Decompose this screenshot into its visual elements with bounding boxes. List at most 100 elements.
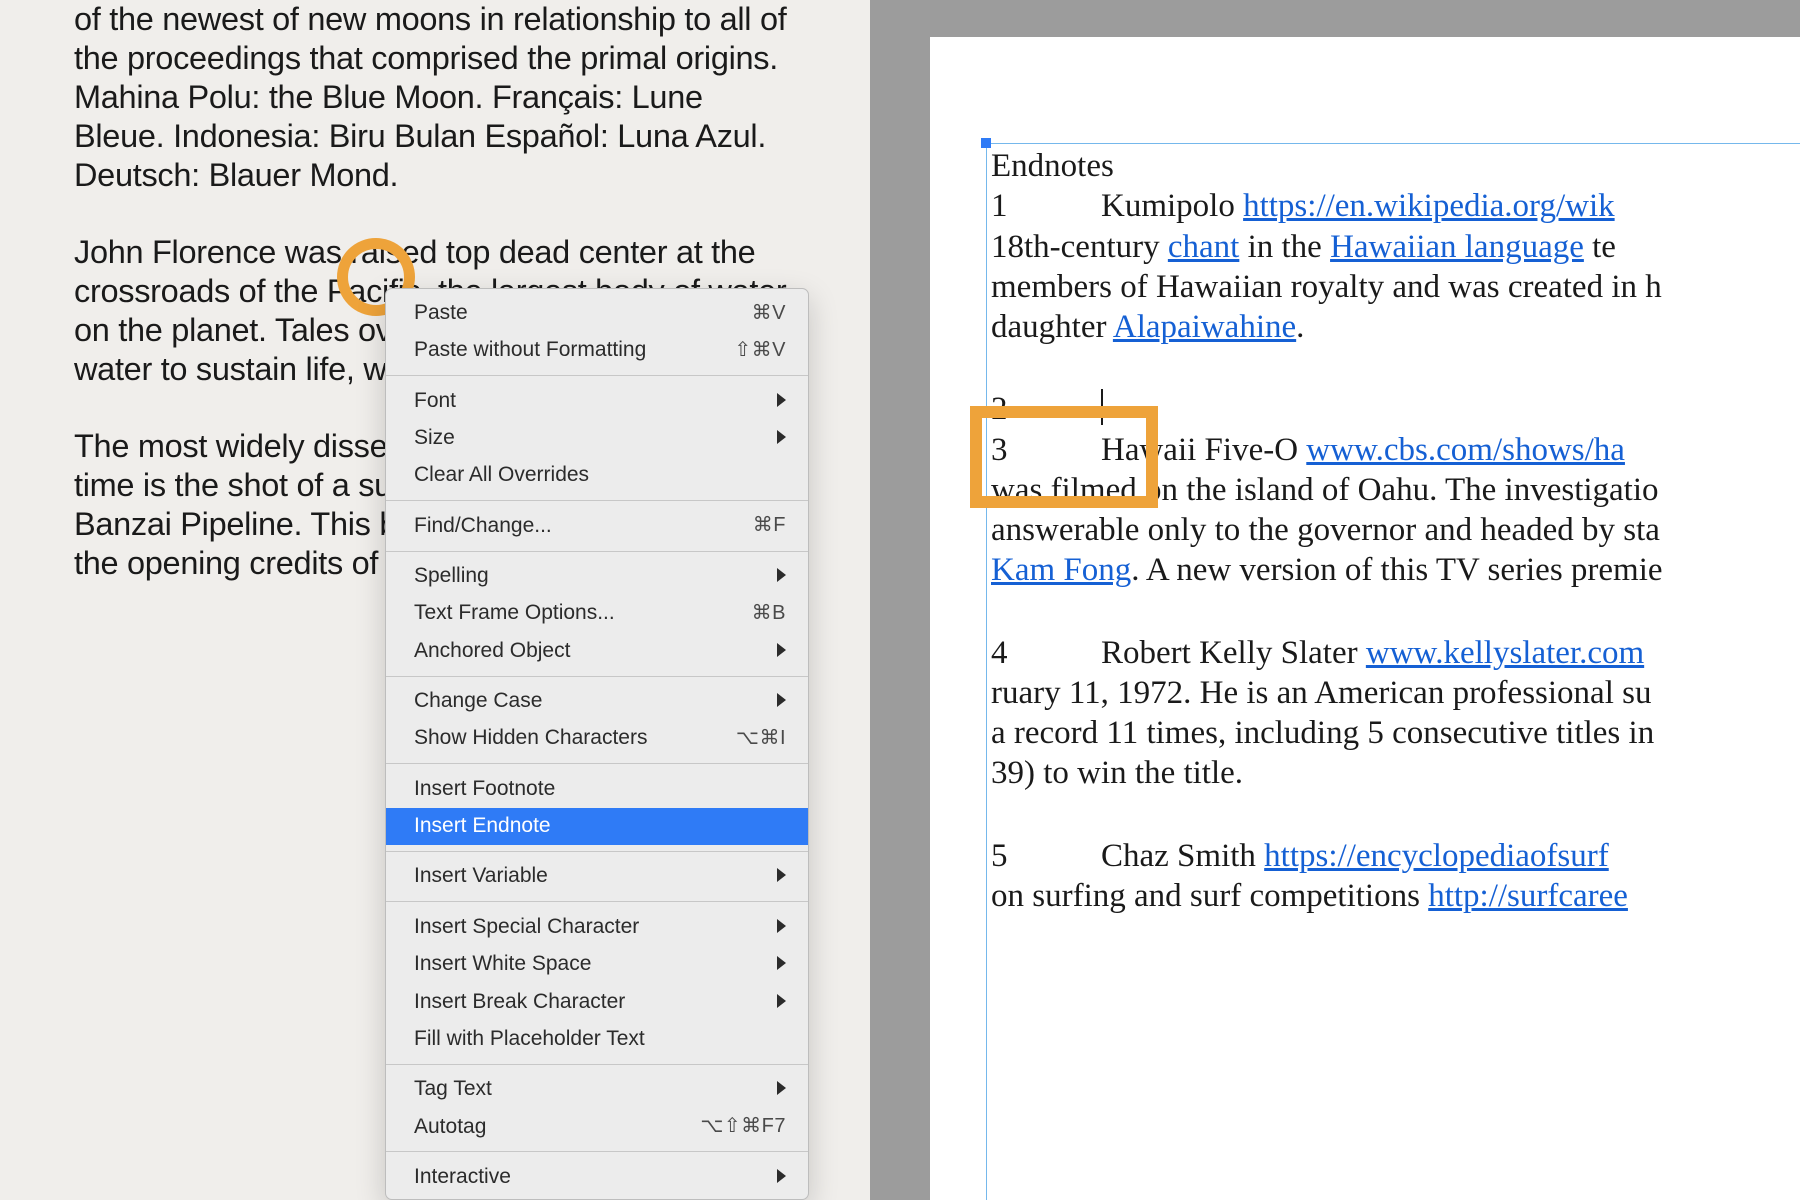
menu-shortcut: ⌥⌘I: [736, 725, 786, 752]
endnote-text: te: [1584, 229, 1616, 265]
endnote-text: . A new version of this TV series premie: [1131, 552, 1662, 588]
submenu-arrow-icon: [777, 950, 786, 978]
menu-item-size[interactable]: Size: [386, 420, 808, 457]
menu-separator: [386, 901, 808, 902]
endnote-text: Chaz Smith: [1101, 838, 1264, 874]
menu-label: Fill with Placeholder Text: [414, 1025, 645, 1053]
menu-separator: [386, 763, 808, 764]
menu-shortcut: ⌘F: [753, 512, 786, 539]
submenu-arrow-icon: [777, 988, 786, 1016]
menu-item-tag-text[interactable]: Tag Text: [386, 1071, 808, 1108]
submenu-arrow-icon: [777, 1075, 786, 1103]
submenu-arrow-icon: [777, 637, 786, 665]
layout-pasteboard: Endnotes 1Kumipolo https://en.wikipedia.…: [870, 0, 1800, 1200]
menu-separator: [386, 676, 808, 677]
menu-separator: [386, 551, 808, 552]
endnote-1[interactable]: 1Kumipolo https://en.wikipedia.org/wik 1…: [991, 186, 1800, 347]
submenu-arrow-icon: [777, 424, 786, 452]
menu-label: Size: [414, 424, 455, 452]
menu-label: Paste without Formatting: [414, 336, 646, 364]
endnote-4[interactable]: 4Robert Kelly Slater www.kellyslater.com…: [991, 633, 1800, 794]
menu-label: Find/Change...: [414, 512, 552, 540]
menu-item-insert-special-character[interactable]: Insert Special Character: [386, 908, 808, 945]
menu-label: Insert Break Character: [414, 988, 625, 1016]
menu-item-text-frame-options[interactable]: Text Frame Options... ⌘B: [386, 595, 808, 632]
endnote-number: 2: [991, 389, 1101, 429]
endnotes-heading: Endnotes: [991, 146, 1800, 186]
endnote-link[interactable]: www.kellyslater.com: [1366, 635, 1644, 671]
menu-item-insert-footnote[interactable]: Insert Footnote: [386, 770, 808, 807]
menu-label: Insert Endnote: [414, 812, 551, 840]
menu-item-interactive[interactable]: Interactive: [386, 1158, 808, 1199]
menu-label: Paste: [414, 299, 468, 327]
endnote-text: daughter: [991, 309, 1113, 345]
endnote-text: was filmed on the island of Oahu. The in…: [991, 472, 1659, 508]
menu-shortcut: ⌘B: [752, 600, 786, 627]
menu-item-paste[interactable]: Paste ⌘V: [386, 289, 808, 332]
endnote-text: Robert Kelly Slater: [1101, 635, 1366, 671]
endnote-text: 18th-century: [991, 229, 1168, 265]
endnote-2[interactable]: 2: [991, 389, 1800, 429]
context-menu: Paste ⌘V Paste without Formatting ⇧⌘V Fo…: [385, 288, 809, 1200]
menu-item-fill-placeholder-text[interactable]: Fill with Placeholder Text: [386, 1020, 808, 1057]
menu-shortcut: ⇧⌘V: [734, 337, 786, 364]
menu-separator: [386, 500, 808, 501]
menu-item-insert-white-space[interactable]: Insert White Space: [386, 946, 808, 983]
menu-item-spelling[interactable]: Spelling: [386, 558, 808, 595]
menu-label: Insert Footnote: [414, 775, 555, 803]
endnote-3[interactable]: 3Hawaii Five-O www.cbs.com/shows/ha was …: [991, 430, 1800, 591]
menu-item-insert-endnote[interactable]: Insert Endnote: [386, 808, 808, 845]
endnote-number: 3: [991, 430, 1101, 470]
menu-label: Spelling: [414, 562, 489, 590]
menu-label: Tag Text: [414, 1075, 492, 1103]
menu-shortcut: ⌘V: [752, 300, 786, 327]
submenu-arrow-icon: [777, 687, 786, 715]
menu-item-anchored-object[interactable]: Anchored Object: [386, 632, 808, 669]
menu-item-find-change[interactable]: Find/Change... ⌘F: [386, 507, 808, 544]
endnote-text: answerable only to the governor and head…: [991, 512, 1660, 548]
endnote-text: ruary 11, 1972. He is an American profes…: [991, 675, 1651, 711]
menu-label: Change Case: [414, 687, 542, 715]
endnote-number: 1: [991, 186, 1101, 226]
menu-item-font[interactable]: Font: [386, 382, 808, 419]
text-cursor: [1101, 389, 1103, 425]
menu-label: Show Hidden Characters: [414, 724, 647, 752]
endnote-text: members of Hawaiian royalty and was crea…: [991, 269, 1662, 305]
menu-label: Clear All Overrides: [414, 461, 589, 489]
endnote-link[interactable]: Alapaiwahine: [1113, 309, 1296, 345]
menu-item-insert-break-character[interactable]: Insert Break Character: [386, 983, 808, 1020]
endnotes-text-frame[interactable]: Endnotes 1Kumipolo https://en.wikipedia.…: [986, 143, 1800, 1200]
submenu-arrow-icon: [777, 387, 786, 415]
submenu-arrow-icon: [777, 1163, 786, 1191]
menu-label: Text Frame Options...: [414, 599, 615, 627]
menu-item-paste-without-formatting[interactable]: Paste without Formatting ⇧⌘V: [386, 332, 808, 369]
body-paragraph[interactable]: of the newest of new moons in relationsh…: [74, 0, 792, 195]
endnote-link[interactable]: https://en.wikipedia.org/wik: [1243, 188, 1615, 224]
endnote-link[interactable]: www.cbs.com/shows/ha: [1306, 432, 1625, 468]
menu-separator: [386, 375, 808, 376]
menu-label: Insert White Space: [414, 950, 591, 978]
submenu-arrow-icon: [777, 862, 786, 890]
menu-label: Autotag: [414, 1113, 486, 1141]
menu-label: Font: [414, 387, 456, 415]
menu-item-show-hidden-characters[interactable]: Show Hidden Characters ⌥⌘I: [386, 720, 808, 757]
endnote-5[interactable]: 5Chaz Smith https://encyclopediaofsurf o…: [991, 836, 1800, 917]
menu-item-clear-overrides[interactable]: Clear All Overrides: [386, 457, 808, 494]
endnote-link[interactable]: Kam Fong: [991, 552, 1131, 588]
endnote-text: in the: [1239, 229, 1330, 265]
endnotes-text[interactable]: Endnotes 1Kumipolo https://en.wikipedia.…: [987, 144, 1800, 916]
endnote-text: .: [1296, 309, 1304, 345]
menu-label: Interactive: [414, 1163, 511, 1191]
menu-label: Insert Variable: [414, 862, 548, 890]
endnote-link[interactable]: http://surfcaree: [1428, 878, 1628, 914]
menu-separator: [386, 1064, 808, 1065]
endnote-link[interactable]: https://encyclopediaofsurf: [1264, 838, 1609, 874]
menu-item-change-case[interactable]: Change Case: [386, 683, 808, 720]
submenu-arrow-icon: [777, 562, 786, 590]
menu-item-autotag[interactable]: Autotag ⌥⇧⌘F7: [386, 1108, 808, 1145]
story-editor-pane: of the newest of new moons in relationsh…: [0, 0, 870, 1200]
endnote-link[interactable]: chant: [1168, 229, 1239, 265]
menu-item-insert-variable[interactable]: Insert Variable: [386, 858, 808, 895]
endnote-link[interactable]: Hawaiian language: [1330, 229, 1584, 265]
submenu-arrow-icon: [777, 913, 786, 941]
